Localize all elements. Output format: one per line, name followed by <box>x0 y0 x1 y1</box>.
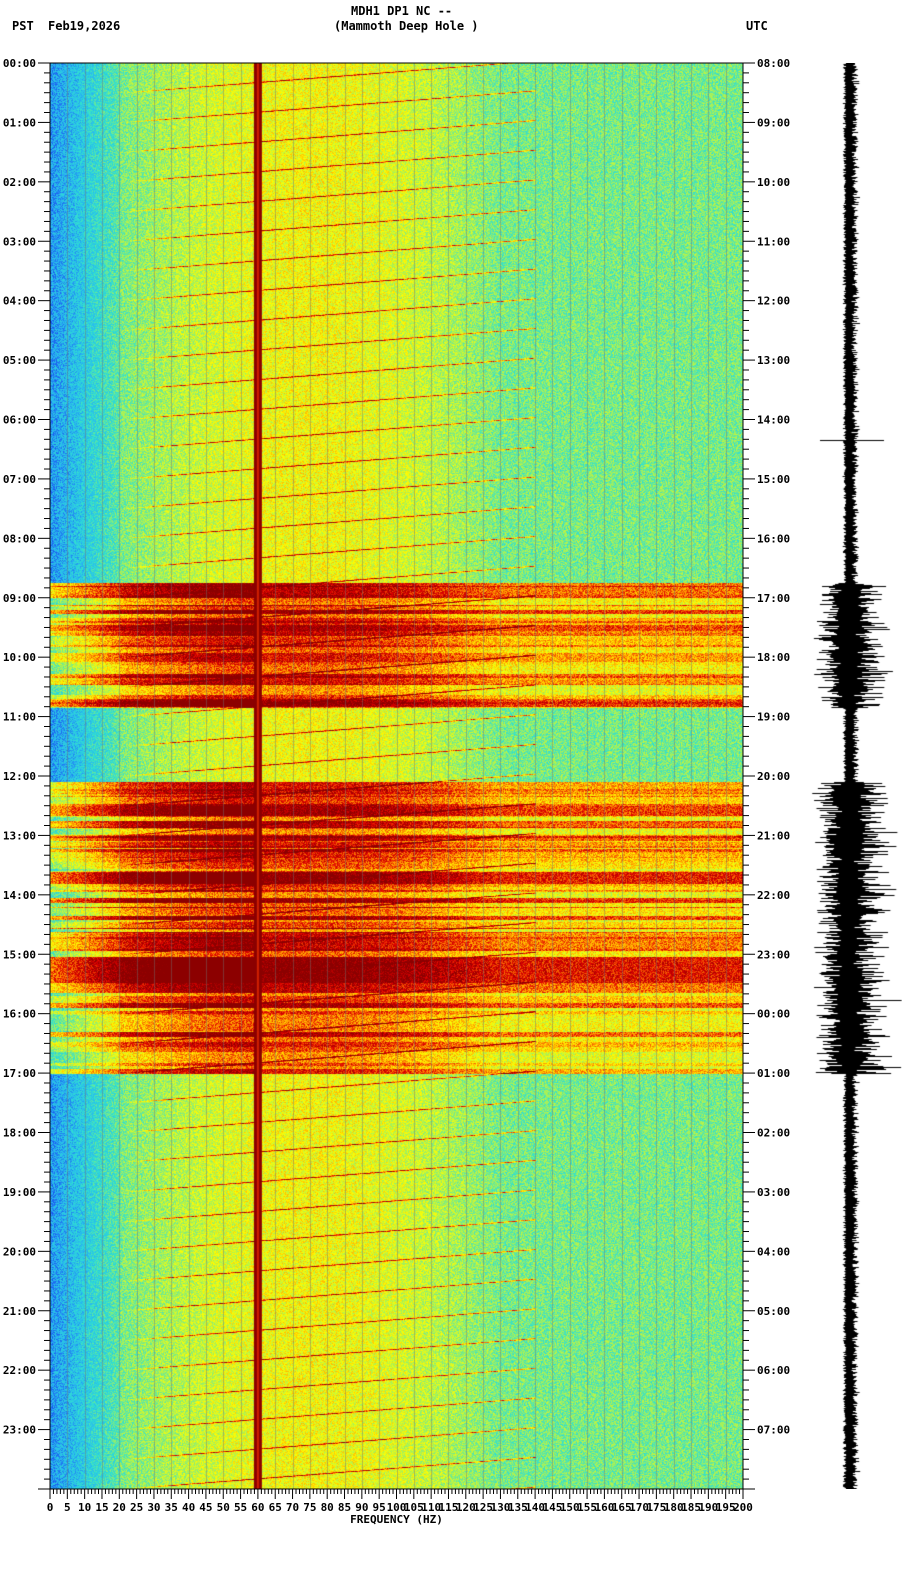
y-tick-label-right: 00:00 <box>757 1008 790 1021</box>
y-tick-label-right: 23:00 <box>757 948 790 961</box>
y-tick-label-right: 04:00 <box>757 1245 790 1258</box>
y-tick-label-right: 11:00 <box>757 235 790 248</box>
y-tick-label-right: 14:00 <box>757 414 790 427</box>
y-tick-label-left: 16:00 <box>3 1008 36 1021</box>
y-tick-label-right: 17:00 <box>757 592 790 605</box>
y-tick-label-left: 22:00 <box>3 1364 36 1377</box>
x-tick-label: 50 <box>217 1501 230 1514</box>
y-tick-label-right: 21:00 <box>757 829 790 842</box>
y-tick-label-left: 23:00 <box>3 1424 36 1437</box>
x-tick-label: 200 <box>733 1501 753 1514</box>
y-tick-label-right: 10:00 <box>757 176 790 189</box>
x-tick-label: 80 <box>321 1501 334 1514</box>
y-tick-label-left: 19:00 <box>3 1186 36 1199</box>
x-tick-label: 20 <box>113 1501 126 1514</box>
y-tick-label-right: 19:00 <box>757 711 790 724</box>
x-tick-label: 75 <box>303 1501 316 1514</box>
x-tick-label: 35 <box>165 1501 178 1514</box>
x-tick-label: 30 <box>147 1501 160 1514</box>
y-tick-label-left: 20:00 <box>3 1245 36 1258</box>
y-tick-label-right: 07:00 <box>757 1424 790 1437</box>
y-tick-label-left: 01:00 <box>3 116 36 129</box>
y-tick-label-left: 14:00 <box>3 889 36 902</box>
x-tick-label: 60 <box>251 1501 264 1514</box>
x-tick-label: 0 <box>47 1501 54 1514</box>
y-tick-label-left: 11:00 <box>3 711 36 724</box>
y-tick-label-left: 08:00 <box>3 532 36 545</box>
chart-axes: 00:00 01:00 02:00 03:00 04:00 05:00 06:00 07:00… <box>3 57 790 1526</box>
y-tick-label-left: 03:00 <box>3 235 36 248</box>
x-tick-label: 15 <box>95 1501 108 1514</box>
y-tick-label-right: 09:00 <box>757 116 790 129</box>
y-tick-label-right: 01:00 <box>757 1067 790 1080</box>
y-tick-label-right: 13:00 <box>757 354 790 367</box>
x-tick-label: 65 <box>269 1501 282 1514</box>
y-tick-label-left: 21:00 <box>3 1305 36 1318</box>
y-tick-label-left: 06:00 <box>3 414 36 427</box>
x-tick-label: 70 <box>286 1501 299 1514</box>
y-tick-label-right: 03:00 <box>757 1186 790 1199</box>
y-tick-label-left: 00:00 <box>3 57 36 70</box>
x-tick-label: 5 <box>64 1501 71 1514</box>
x-tick-label: 45 <box>199 1501 212 1514</box>
y-tick-label-right: 16:00 <box>757 532 790 545</box>
y-tick-label-left: 13:00 <box>3 829 36 842</box>
y-tick-label-right: 06:00 <box>757 1364 790 1377</box>
y-tick-label-left: 10:00 <box>3 651 36 664</box>
y-tick-label-right: 18:00 <box>757 651 790 664</box>
x-tick-label: 40 <box>182 1501 195 1514</box>
y-tick-label-right: 05:00 <box>757 1305 790 1318</box>
y-tick-label-right: 15:00 <box>757 473 790 486</box>
x-tick-label: 10 <box>78 1501 91 1514</box>
y-tick-label-left: 05:00 <box>3 354 36 367</box>
y-tick-label-left: 07:00 <box>3 473 36 486</box>
y-tick-label-left: 12:00 <box>3 770 36 783</box>
y-tick-label-left: 18:00 <box>3 1127 36 1140</box>
y-tick-label-left: 15:00 <box>3 948 36 961</box>
y-tick-label-right: 20:00 <box>757 770 790 783</box>
y-tick-label-left: 02:00 <box>3 176 36 189</box>
y-tick-label-right: 02:00 <box>757 1127 790 1140</box>
y-tick-label-right: 12:00 <box>757 295 790 308</box>
y-tick-label-right: 22:00 <box>757 889 790 902</box>
x-axis-label: FREQUENCY (HZ) <box>350 1513 443 1526</box>
x-tick-label: 55 <box>234 1501 247 1514</box>
x-tick-label: 25 <box>130 1501 143 1514</box>
y-tick-label-left: 09:00 <box>3 592 36 605</box>
y-tick-label-right: 08:00 <box>757 57 790 70</box>
y-tick-label-left: 17:00 <box>3 1067 36 1080</box>
y-tick-label-left: 04:00 <box>3 295 36 308</box>
plot-frame <box>49 62 744 1490</box>
